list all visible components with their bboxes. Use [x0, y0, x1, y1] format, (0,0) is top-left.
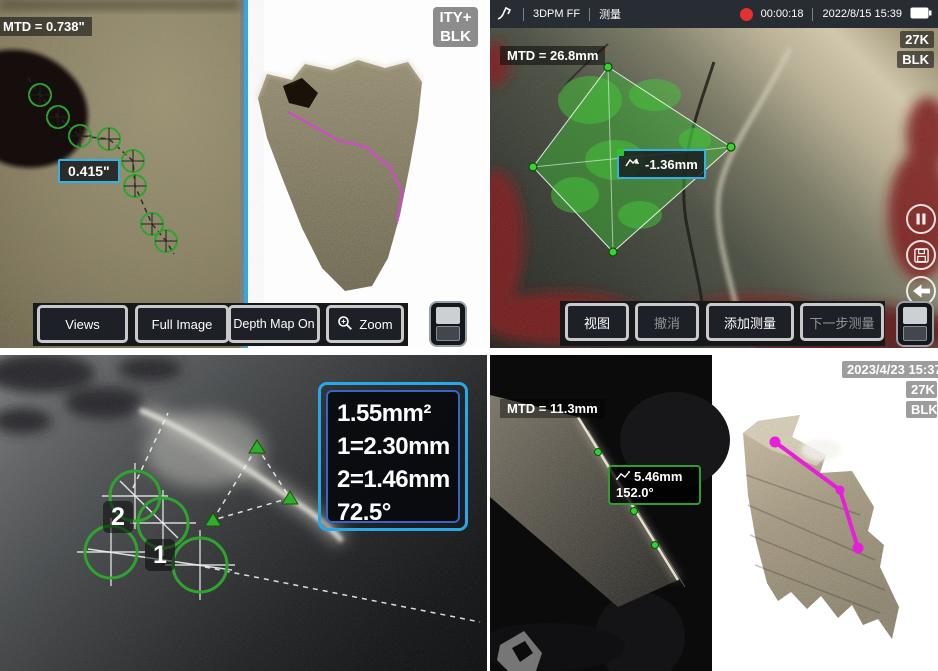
badge-line-1: ITY+: [433, 8, 478, 27]
timestamp-badge: 2023/4/23 15:37: [842, 361, 938, 378]
datetime-label: 2022/8/15 15:39: [822, 8, 902, 20]
measure-mode-label: 3DPM FF: [533, 8, 580, 20]
panel-length-angle[interactable]: 2 1 1.55mm² 1=2.30mm 2=1.46mm 72.5°: [0, 355, 487, 671]
next-measurement-button[interactable]: 下一步测量: [800, 303, 884, 341]
depth-map-button-label: Depth Map On: [233, 317, 314, 331]
undo-button-label: 撤消: [654, 313, 680, 332]
plane-marker-triangles: [205, 440, 298, 526]
measurement-angle: 152.0°: [616, 485, 654, 501]
result-angle: 72.5°: [337, 496, 458, 529]
cursor-label-2: 2: [103, 501, 133, 533]
depth-icon: [625, 157, 641, 172]
next-measurement-label: 下一步测量: [809, 313, 874, 332]
weld-glow: [140, 410, 342, 541]
pointcloud-view[interactable]: [248, 0, 487, 348]
active-cursor-square: [617, 149, 624, 156]
status-header: 3DPM FF 测量 00:00:18 2022/8/15 15:39: [490, 0, 938, 28]
inspection-image[interactable]: [0, 0, 240, 348]
weld-seam: [140, 410, 342, 541]
add-measurement-label: 添加测量: [724, 313, 776, 332]
mtd-readout: MTD = 11.3mm: [500, 399, 605, 418]
record-time: 00:00:18: [761, 8, 804, 20]
toggle-active-segment: [903, 307, 927, 324]
measurement-length: 5.46mm: [634, 469, 682, 485]
pause-button[interactable]: [906, 204, 936, 234]
zoom-button-label: Zoom: [359, 317, 392, 332]
mtd-readout: MTD = 26.8mm: [500, 46, 605, 65]
view-button-label: 视图: [584, 313, 610, 332]
view-button[interactable]: 视图: [565, 303, 629, 341]
measurement-value: -1.36mm: [645, 157, 698, 172]
magnifier-icon: [337, 315, 353, 334]
battery-icon: [910, 7, 932, 22]
results-box-inner: 1.55mm² 1=2.30mm 2=1.46mm 72.5°: [326, 390, 460, 523]
mode-badge: BLK: [906, 401, 937, 418]
measurement-screens-collage: MTD = 0.738" 0.415" ITY+ BLK Views Full …: [0, 0, 938, 671]
measurement-result-label[interactable]: -1.36mm: [617, 149, 706, 179]
results-box[interactable]: 1.55mm² 1=2.30mm 2=1.46mm 72.5°: [318, 382, 468, 531]
mode-badge: BLK: [897, 51, 934, 68]
save-button[interactable]: [906, 240, 936, 270]
length-icon: [616, 469, 630, 485]
probe-icon: [496, 5, 514, 24]
header-divider: [812, 8, 813, 21]
full-image-button[interactable]: Full Image: [135, 305, 229, 343]
resolution-badge: 27K: [900, 31, 934, 48]
panel-depth-profile: MTD = 0.738" 0.415" ITY+ BLK Views Full …: [0, 0, 487, 348]
measurement-value: 0.415": [68, 163, 110, 179]
inspection-image[interactable]: [490, 28, 938, 348]
measurement-result-label[interactable]: 5.46mm 152.0°: [608, 465, 701, 505]
record-dot: [740, 8, 753, 21]
panel-length-pointcloud: MTD = 11.3mm 2023/4/23 15:37 27K BLK 5.4…: [490, 355, 938, 671]
image-toggle[interactable]: [896, 301, 934, 347]
cursor-label-1: 1: [145, 539, 175, 571]
cursor-crosshairs: [77, 463, 235, 600]
toggle-inactive-segment: [903, 326, 927, 341]
mtd-readout: MTD = 0.738": [0, 17, 92, 36]
toggle-active-segment: [436, 307, 460, 324]
menu-tab-label[interactable]: 测量: [599, 6, 621, 22]
toggle-inactive-segment: [436, 326, 460, 341]
zoom-button[interactable]: Zoom: [326, 305, 404, 343]
pointcloud-view[interactable]: [712, 355, 938, 671]
image-mode-badge: ITY+ BLK: [433, 7, 478, 47]
shadow-blobs: [0, 355, 182, 434]
badge-line-2: BLK: [433, 27, 478, 46]
add-measurement-button[interactable]: 添加测量: [706, 303, 794, 341]
result-length-2: 2=1.46mm: [337, 463, 458, 496]
undo-button[interactable]: 撤消: [635, 303, 699, 341]
measurement-result-label[interactable]: 0.415": [58, 159, 120, 183]
full-image-button-label: Full Image: [152, 317, 213, 332]
resolution-badge: 27K: [906, 381, 937, 398]
views-button[interactable]: Views: [37, 305, 128, 343]
panel-area-depth-live: 3DPM FF 测量 00:00:18 2022/8/15 15:39 MTD …: [490, 0, 938, 348]
result-length-1: 1=2.30mm: [337, 430, 458, 463]
result-area: 1.55mm²: [337, 397, 458, 430]
image-toggle[interactable]: [429, 301, 467, 347]
weld-bright-blob: [145, 412, 265, 488]
depth-map-button[interactable]: Depth Map On: [228, 305, 320, 343]
header-divider: [523, 8, 524, 21]
header-divider: [589, 8, 590, 21]
views-button-label: Views: [65, 317, 99, 332]
